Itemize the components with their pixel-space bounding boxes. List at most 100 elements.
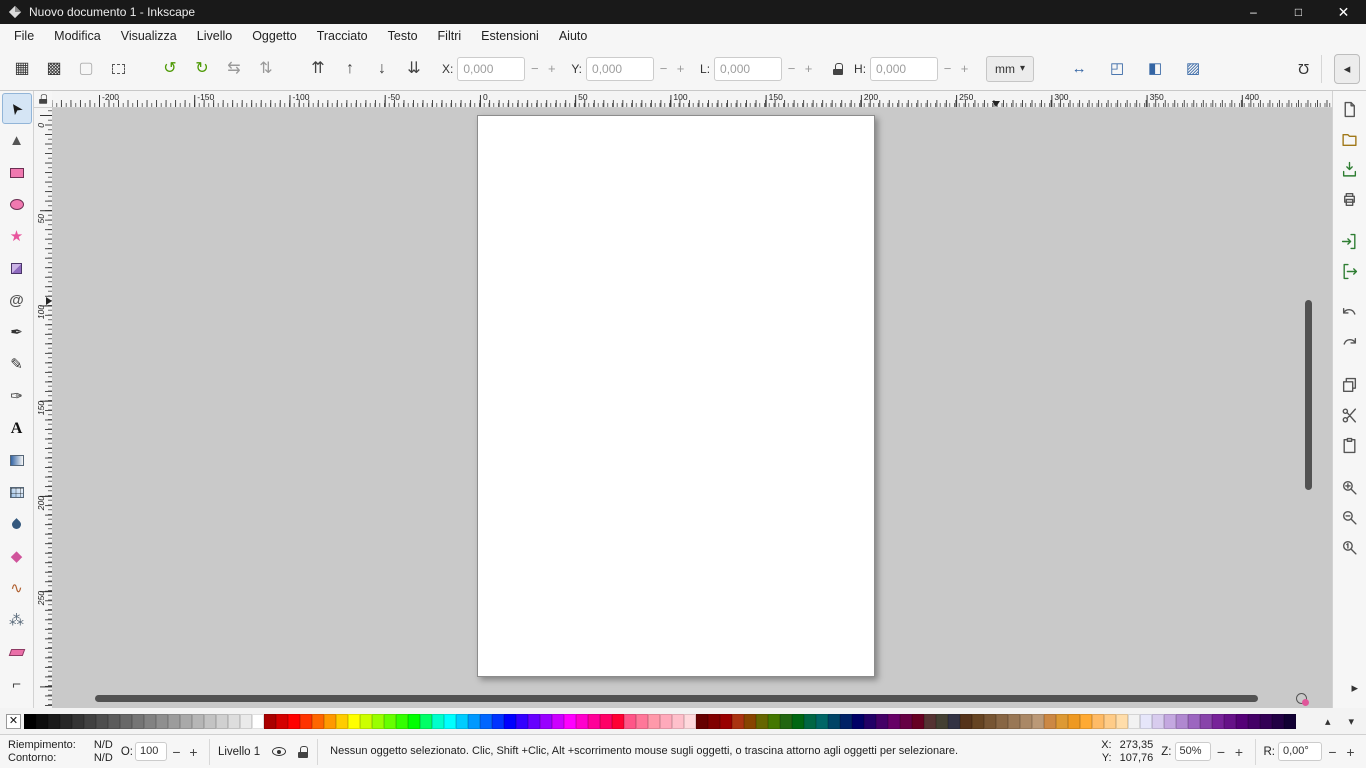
layer-lock-button[interactable] (298, 746, 309, 758)
palette-swatch[interactable] (48, 714, 60, 729)
no-color-swatch[interactable]: ✕ (6, 714, 21, 729)
palette-swatch[interactable] (1140, 714, 1152, 729)
palette-swatch[interactable] (576, 714, 588, 729)
save-document-button[interactable] (1336, 155, 1364, 183)
palette-swatch[interactable] (1176, 714, 1188, 729)
menu-aiuto[interactable]: Aiuto (549, 26, 598, 46)
palette-swatch[interactable] (228, 714, 240, 729)
palette-swatch[interactable] (972, 714, 984, 729)
palette-swatch[interactable] (1212, 714, 1224, 729)
palette-swatch[interactable] (432, 714, 444, 729)
palette-swatch[interactable] (288, 714, 300, 729)
menu-livello[interactable]: Livello (187, 26, 242, 46)
opacity-input[interactable]: 100 (135, 742, 167, 761)
rotate-cw-button[interactable]: ↻ (186, 53, 218, 85)
text-tool[interactable]: A (2, 413, 32, 444)
palette-scroll-down-icon[interactable]: ▾ (1348, 715, 1354, 728)
dropper-tool[interactable] (2, 509, 32, 540)
raise-to-top-button[interactable]: ⇈ (302, 53, 334, 85)
palette-swatch[interactable] (684, 714, 696, 729)
palette-swatch[interactable] (1032, 714, 1044, 729)
palette-swatch[interactable] (1260, 714, 1272, 729)
menu-oggetto[interactable]: Oggetto (242, 26, 306, 46)
palette-swatch[interactable] (636, 714, 648, 729)
spray-tool[interactable]: ⁂ (2, 605, 32, 636)
select-all-button[interactable]: ▦ (6, 53, 38, 85)
palette-swatch[interactable] (768, 714, 780, 729)
palette-swatch[interactable] (1080, 714, 1092, 729)
zoom-out-button[interactable]: − (1214, 744, 1229, 760)
width-input[interactable]: 0,000 (714, 57, 782, 81)
palette-swatch[interactable] (36, 714, 48, 729)
y-input[interactable]: 0,000 (586, 57, 654, 81)
palette-swatch[interactable] (96, 714, 108, 729)
palette-swatch[interactable] (240, 714, 252, 729)
palette-swatch[interactable] (300, 714, 312, 729)
deselect-button[interactable]: ▢ (70, 53, 102, 85)
vertical-scrollbar[interactable] (1305, 300, 1312, 490)
palette-swatch[interactable] (588, 714, 600, 729)
zoom-input[interactable]: 50% (1175, 742, 1211, 761)
palette-swatch[interactable] (1068, 714, 1080, 729)
palette-swatch[interactable] (360, 714, 372, 729)
palette-swatch[interactable] (132, 714, 144, 729)
menu-modifica[interactable]: Modifica (44, 26, 111, 46)
palette-swatch[interactable] (792, 714, 804, 729)
move-gradients-toggle[interactable]: ◧ (1140, 54, 1170, 84)
rectangle-tool[interactable] (2, 157, 32, 188)
palette-swatch[interactable] (264, 714, 276, 729)
palette-swatch[interactable] (72, 714, 84, 729)
palette-swatch[interactable] (660, 714, 672, 729)
palette-swatch[interactable] (516, 714, 528, 729)
layer-dropdown[interactable]: Livello 1 (218, 746, 260, 758)
tweak-tool[interactable]: ∿ (2, 573, 32, 604)
horizontal-scrollbar[interactable] (95, 695, 1258, 702)
palette-swatch[interactable] (1044, 714, 1056, 729)
document-page[interactable] (477, 115, 875, 677)
zoom-drawing-button[interactable] (1336, 473, 1364, 501)
palette-swatch[interactable] (528, 714, 540, 729)
palette-scroll-up-icon[interactable]: ▴ (1325, 715, 1331, 728)
lock-ratio-button[interactable] (826, 55, 850, 83)
palette-swatch[interactable] (1104, 714, 1116, 729)
palette-swatch[interactable] (1020, 714, 1032, 729)
palette-swatch[interactable] (708, 714, 720, 729)
mesh-gradient-tool[interactable] (2, 477, 32, 508)
close-button[interactable]: ✕ (1321, 0, 1366, 24)
new-document-button[interactable] (1336, 95, 1364, 123)
redo-button[interactable] (1336, 329, 1364, 357)
palette-swatch[interactable] (1092, 714, 1104, 729)
palette-swatch[interactable] (1236, 714, 1248, 729)
height-increment-button[interactable]: + (957, 57, 972, 81)
palette-swatch[interactable] (192, 714, 204, 729)
palette-swatch[interactable] (1224, 714, 1236, 729)
palette-swatch[interactable] (600, 714, 612, 729)
palette-swatch[interactable] (876, 714, 888, 729)
palette-swatch[interactable] (180, 714, 192, 729)
connector-tool[interactable]: ⌐ (2, 669, 32, 700)
palette-swatch[interactable] (1200, 714, 1212, 729)
palette-swatch[interactable] (912, 714, 924, 729)
menu-tracciato[interactable]: Tracciato (307, 26, 378, 46)
palette-swatch[interactable] (720, 714, 732, 729)
menu-file[interactable]: File (4, 26, 44, 46)
canvas[interactable] (52, 108, 1332, 708)
opacity-decrement-button[interactable]: − (169, 744, 184, 760)
paste-button[interactable] (1336, 431, 1364, 459)
box3d-tool[interactable] (2, 253, 32, 284)
palette-swatch[interactable] (564, 714, 576, 729)
palette-swatch[interactable] (960, 714, 972, 729)
palette-swatch[interactable] (1248, 714, 1260, 729)
palette-swatch[interactable] (216, 714, 228, 729)
palette-swatch[interactable] (804, 714, 816, 729)
palette-swatch[interactable] (840, 714, 852, 729)
palette-swatch[interactable] (456, 714, 468, 729)
select-all-layers-button[interactable]: ▩ (38, 53, 70, 85)
palette-swatch[interactable] (156, 714, 168, 729)
width-decrement-button[interactable]: − (784, 57, 799, 81)
palette-swatch[interactable] (624, 714, 636, 729)
palette-swatch[interactable] (276, 714, 288, 729)
menu-testo[interactable]: Testo (378, 26, 428, 46)
horizontal-ruler[interactable]: -200-150-100-50050100150200250300350400 (52, 91, 1332, 108)
maximize-button[interactable]: □ (1276, 0, 1321, 24)
